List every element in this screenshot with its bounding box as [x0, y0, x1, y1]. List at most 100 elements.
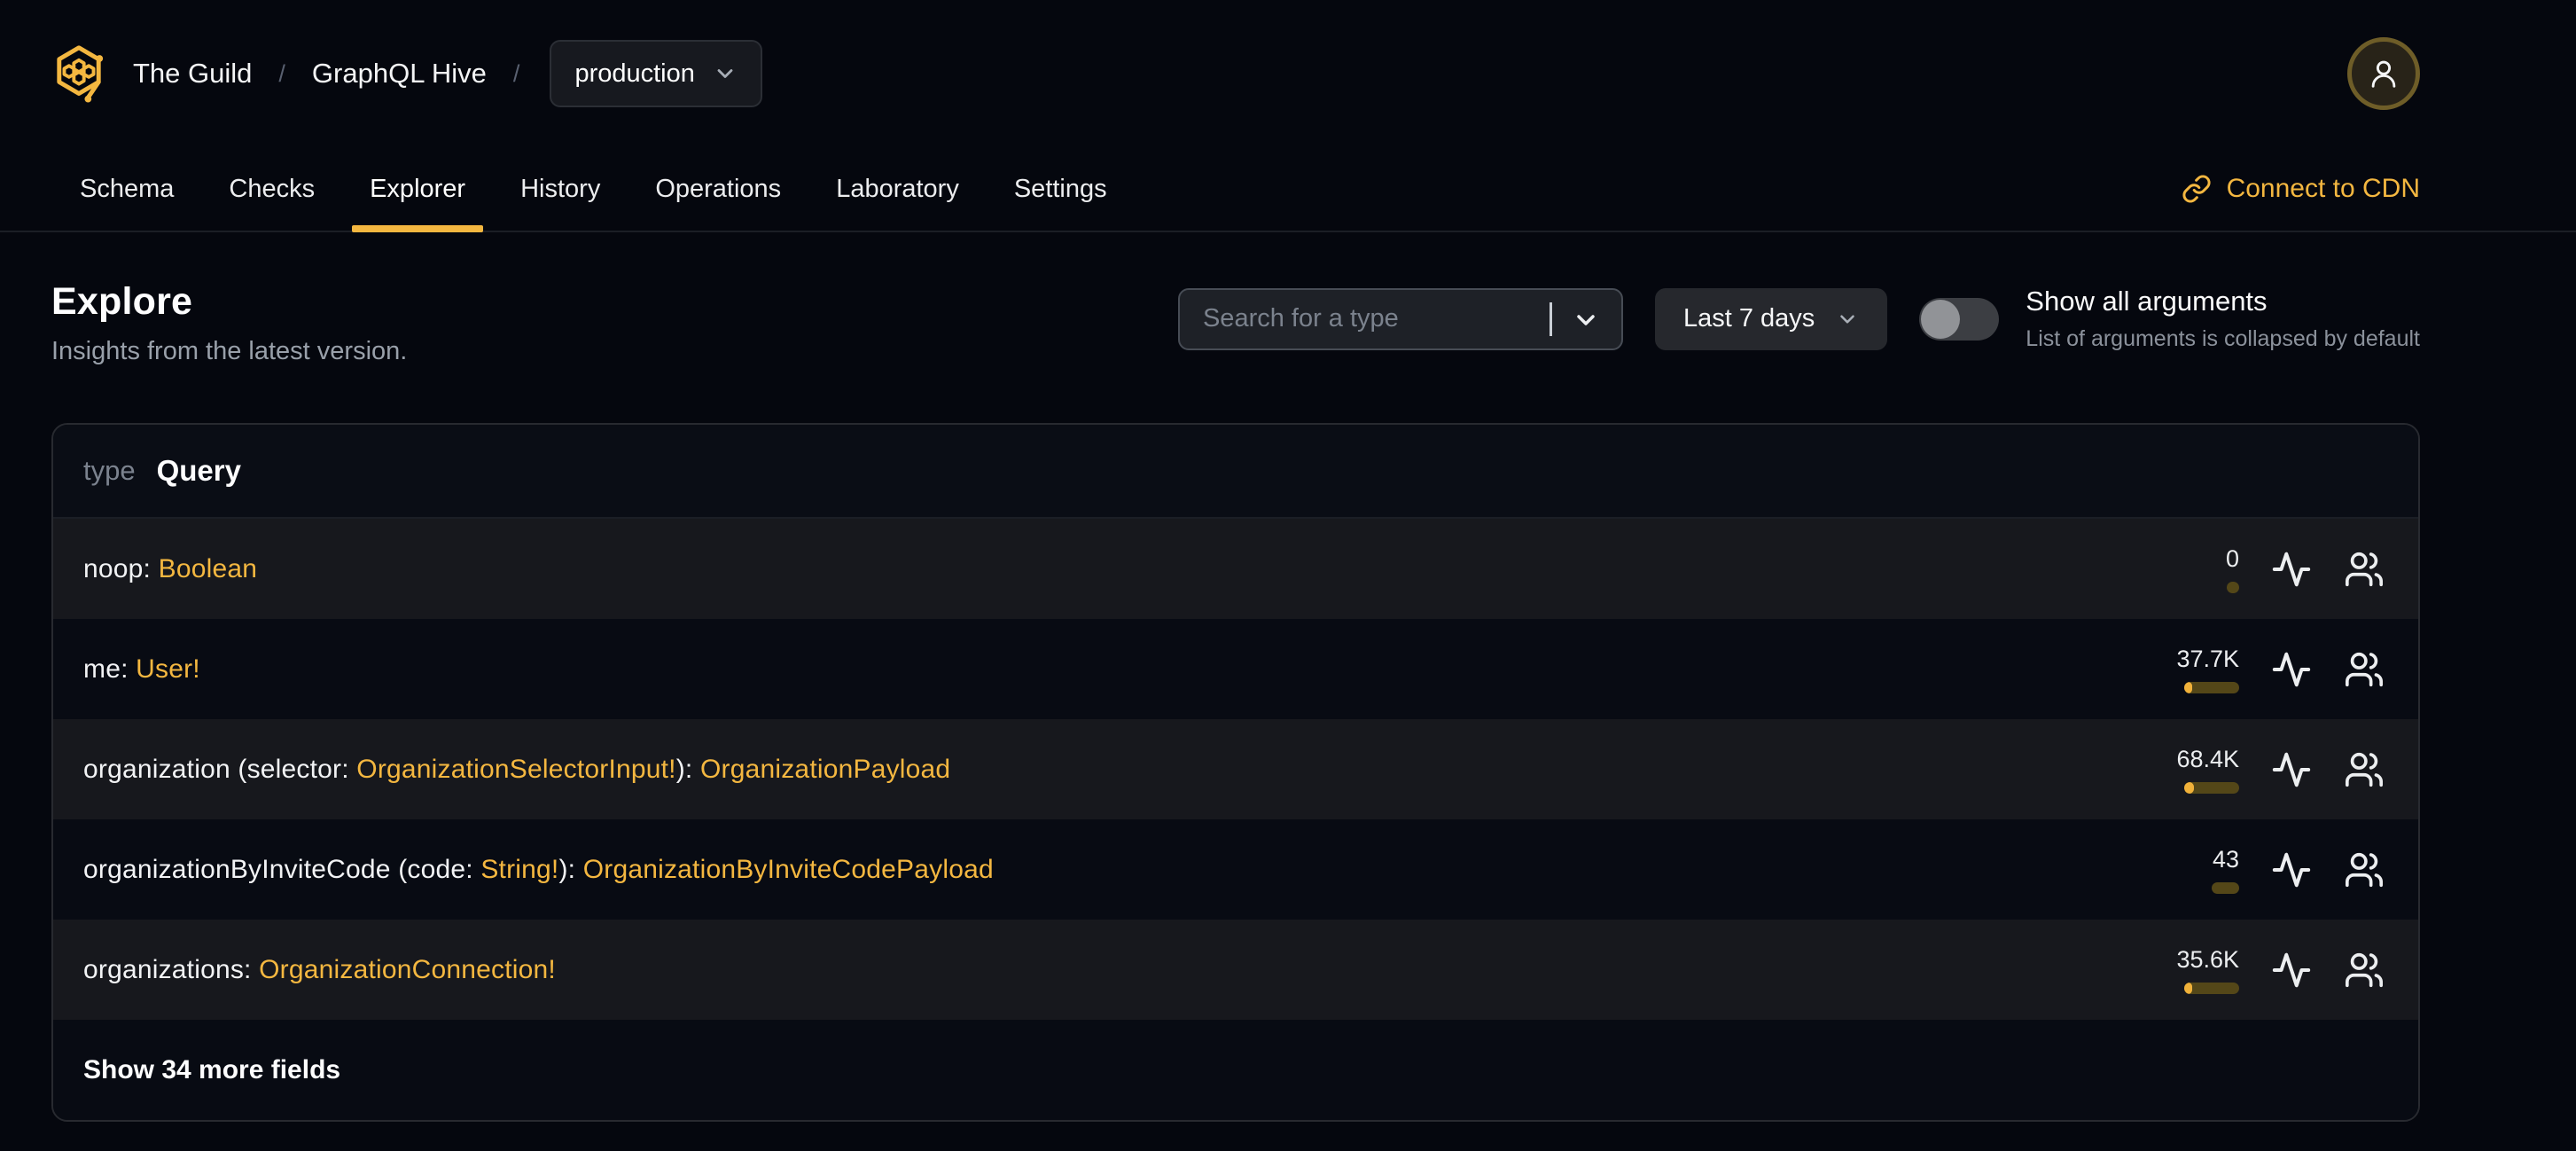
field-name-text: noop: [83, 553, 159, 583]
usage-bar-fill [2184, 681, 2192, 693]
toggle-description: List of arguments is collapsed by defaul… [2026, 326, 2420, 351]
tab-checks[interactable]: Checks [229, 147, 315, 231]
type-link[interactable]: OrganizationPayload [700, 755, 950, 784]
field-row: me: User! 37.7K [53, 619, 2418, 719]
tab-settings[interactable]: Settings [1014, 147, 1107, 231]
field-name-text: organizationByInviteCode (code: [83, 854, 481, 884]
hive-logo-icon [57, 45, 104, 103]
field-row: organizations: OrganizationConnection! 35… [53, 920, 2418, 1020]
field-metric: 43 [2154, 846, 2239, 894]
explorer-controls: Last 7 days Show all arguments List of a… [1177, 286, 2420, 352]
users-icon [2346, 852, 2383, 887]
usage-bar-fill [2184, 781, 2194, 794]
user-menu-button[interactable] [2347, 37, 2420, 110]
type-link[interactable]: String! [480, 855, 558, 884]
type-search-input[interactable] [1177, 287, 1623, 350]
field-row: organizationByInviteCode (code: String!)… [53, 819, 2418, 920]
type-card-header: type Query [53, 425, 2418, 519]
field-signature: organizationByInviteCode (code: String!)… [83, 855, 994, 885]
usage-bar [2227, 581, 2239, 593]
usage-bar [2212, 881, 2239, 894]
field-row: organization (selector: OrganizationSele… [53, 719, 2418, 819]
type-name: Query [156, 454, 241, 487]
breadcrumb-separator: / [512, 59, 520, 87]
tab-operations[interactable]: Operations [655, 147, 781, 231]
chevron-down-icon[interactable] [1572, 306, 1600, 334]
field-metric: 0 [2154, 545, 2239, 593]
page-title: Explore [51, 280, 193, 323]
tab-laboratory[interactable]: Laboratory [836, 147, 959, 231]
field-metric: 68.4K [2154, 746, 2239, 794]
field-users-button[interactable] [2344, 649, 2385, 690]
field-signature: noop: Boolean [83, 554, 257, 584]
breadcrumb-organization[interactable]: The Guild [133, 58, 252, 90]
usage-bar [2184, 681, 2239, 693]
field-name-text: organization (selector: [83, 754, 357, 784]
type-link[interactable]: OrganizationByInviteCodePayload [583, 855, 994, 884]
activity-icon [2272, 752, 2311, 787]
field-activity-button[interactable] [2271, 649, 2312, 690]
field-users-button[interactable] [2344, 950, 2385, 990]
usage-bar [2184, 982, 2239, 994]
period-selector-value: Last 7 days [1682, 304, 1815, 333]
field-signature: organizations: OrganizationConnection! [83, 955, 556, 985]
field-name-text: me: [83, 654, 137, 684]
field-activity-button[interactable] [2271, 749, 2312, 790]
field-signature: organization (selector: OrganizationSele… [83, 755, 950, 785]
chevron-down-icon [717, 69, 733, 78]
field-activity-button[interactable] [2271, 549, 2312, 590]
type-link[interactable]: OrganizationSelectorInput! [356, 755, 675, 784]
field-name-text: ): [558, 854, 583, 884]
chevron-down-icon [1840, 314, 1855, 324]
page-subtitle: Insights from the latest version. [51, 337, 408, 365]
tab-explorer[interactable]: Explorer [352, 147, 484, 232]
type-card-query: type Query noop: Boolean 0 me: User! 37.7K o… [51, 423, 2420, 1122]
users-icon [2346, 652, 2383, 686]
project-nav: Schema Checks Explorer History Operations Lab… [0, 147, 2576, 232]
page-head: Explore Insights from the latest version… [51, 280, 407, 366]
field-name-text: organizations: [83, 954, 260, 984]
connect-to-cdn-link[interactable]: Connect to CDN [2182, 174, 2420, 204]
activity-icon [2272, 952, 2311, 987]
type-link[interactable]: User! [136, 654, 200, 684]
show-all-arguments-toggle[interactable] [1919, 297, 2000, 341]
request-count: 37.7K [2176, 645, 2239, 672]
field-users-button[interactable] [2344, 749, 2385, 790]
field-name-text: ): [675, 754, 700, 784]
type-kind-label: type [83, 455, 136, 486]
breadcrumb-project[interactable]: GraphQL Hive [312, 58, 487, 90]
request-count: 43 [2212, 845, 2239, 873]
field-activity-button[interactable] [2271, 950, 2312, 990]
show-more-fields-button[interactable]: Show 34 more fields [53, 1020, 2418, 1120]
toggle-label: Show all arguments [2026, 286, 2268, 317]
toggle-labels: Show all arguments List of arguments is … [2026, 286, 2420, 352]
tab-schema[interactable]: Schema [80, 147, 174, 231]
target-selector[interactable]: production [550, 40, 762, 107]
type-link[interactable]: OrganizationConnection! [259, 955, 556, 984]
usage-bar-fill [2184, 982, 2192, 994]
toggle-knob [1921, 299, 1961, 339]
app-header: The Guild / GraphQL Hive / production [0, 0, 2576, 147]
field-users-button[interactable] [2344, 850, 2385, 890]
nav-tabs: Schema Checks Explorer History Operations Lab… [80, 147, 1107, 232]
activity-icon [2272, 652, 2311, 686]
field-metric: 35.6K [2154, 946, 2239, 994]
field-stats: 68.4K [2154, 746, 2385, 794]
field-stats: 0 [2154, 545, 2385, 593]
type-link[interactable]: Boolean [159, 554, 258, 583]
search-divider [1549, 301, 1552, 336]
field-signature: me: User! [83, 654, 200, 685]
users-icon [2346, 752, 2383, 787]
field-rows: noop: Boolean 0 me: User! 37.7K organization… [53, 519, 2418, 1020]
activity-icon [2272, 852, 2311, 887]
period-selector[interactable]: Last 7 days [1654, 287, 1888, 350]
field-stats: 35.6K [2154, 946, 2385, 994]
field-row: noop: Boolean 0 [53, 519, 2418, 619]
field-activity-button[interactable] [2271, 850, 2312, 890]
target-selector-value: production [574, 59, 695, 88]
field-metric: 37.7K [2154, 646, 2239, 693]
type-search-combobox [1177, 287, 1623, 350]
users-icon [2346, 952, 2383, 987]
tab-history[interactable]: History [520, 147, 600, 231]
field-users-button[interactable] [2344, 549, 2385, 590]
